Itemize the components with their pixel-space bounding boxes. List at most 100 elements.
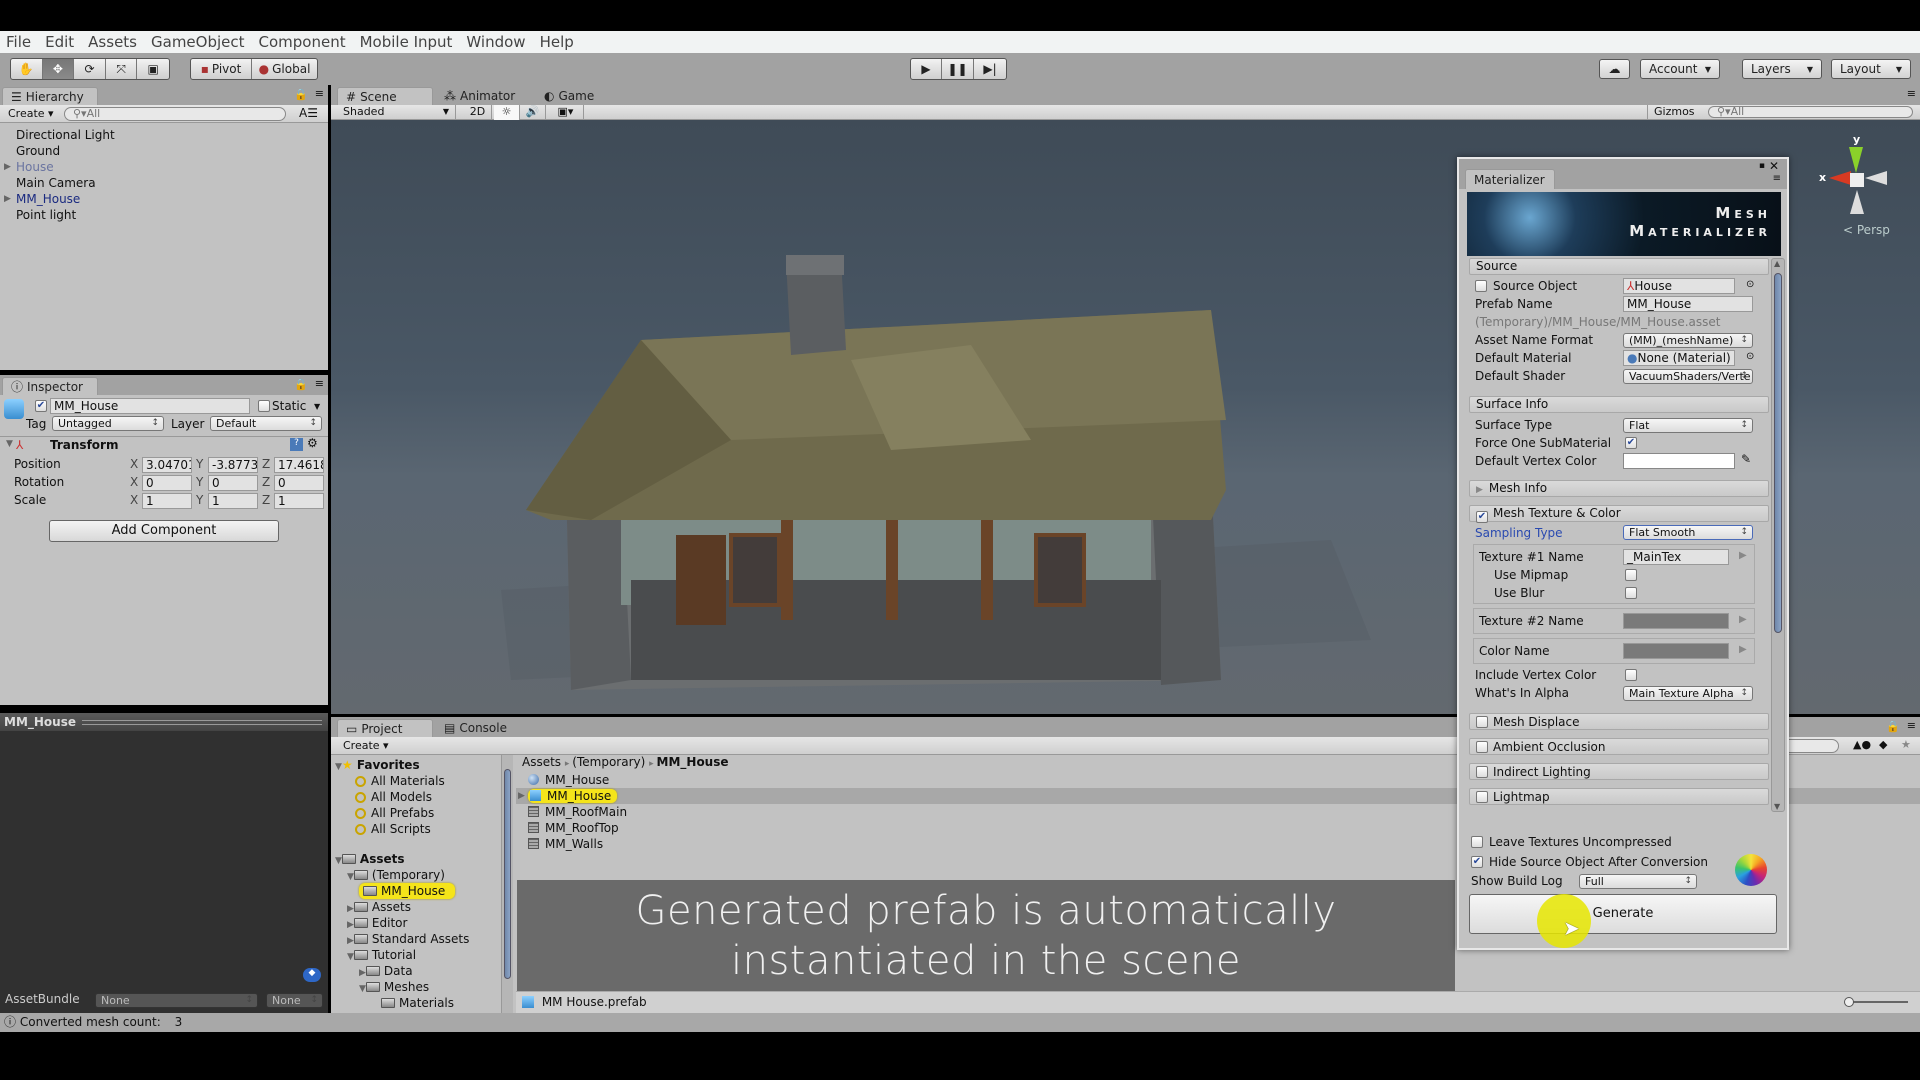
scroll-down-icon[interactable]: ▼ — [1774, 802, 1780, 811]
folder-tree-item[interactable]: MM_House — [359, 883, 456, 899]
hierarchy-item[interactable]: Main Camera — [0, 175, 328, 191]
tab-materializer[interactable]: Materializer — [1465, 169, 1555, 189]
favorites-header[interactable]: ▼★ Favorites — [335, 757, 420, 773]
pivot-button[interactable]: ▪ Pivot — [191, 59, 253, 79]
tab-project[interactable]: ▭ Project — [337, 719, 433, 737]
texture-1-field[interactable]: _MainTex — [1623, 549, 1729, 565]
transform-position-y-field[interactable]: -3.8773 — [208, 457, 258, 473]
cloud-button[interactable]: ☁ — [1599, 59, 1630, 79]
hierarchy-search-input[interactable]: ⚲▾All — [64, 107, 286, 121]
step-button[interactable]: ▶| — [974, 59, 1006, 79]
panel-menu-icon[interactable]: ≡ — [1773, 173, 1781, 184]
scene-search-input[interactable]: ⚲▾All — [1708, 106, 1913, 118]
transform-scale-x-field[interactable]: 1 — [142, 493, 192, 509]
hand-tool-button[interactable]: ✋ — [11, 59, 43, 79]
pause-button[interactable]: ❚❚ — [942, 59, 975, 79]
folder-tree-item[interactable]: ▼ (Temporary) — [347, 867, 445, 883]
icon-size-slider[interactable] — [1848, 1001, 1908, 1003]
collapse-triangle-icon[interactable]: ▼ — [347, 872, 354, 882]
favorite-item[interactable]: All Materials — [355, 773, 445, 789]
label-tag-icon[interactable]: ◆ — [303, 968, 321, 982]
tab-game[interactable]: ◐ Game — [536, 87, 616, 105]
tab-hierarchy[interactable]: ☰ Hierarchy — [2, 87, 98, 105]
maximize-icon[interactable]: ▪ — [1759, 161, 1765, 171]
static-dropdown-icon[interactable]: ▼ — [314, 402, 320, 411]
transform-scale-z-field[interactable]: 1 — [274, 493, 324, 509]
transform-rotation-z-field[interactable]: 0 — [274, 475, 324, 491]
leave-uncompressed-checkbox[interactable] — [1471, 836, 1483, 848]
collapse-triangle-icon[interactable]: ▼ — [359, 984, 366, 994]
play-arrow-icon[interactable]: ▶ — [1739, 550, 1747, 561]
color-name-field[interactable] — [1623, 643, 1729, 659]
transform-rotation-y-field[interactable]: 0 — [208, 475, 258, 491]
folder-tree-item[interactable]: ▼ Meshes — [359, 979, 429, 995]
slider-handle[interactable] — [1844, 997, 1854, 1007]
add-component-button[interactable]: Add Component — [49, 520, 279, 542]
play-arrow-icon[interactable]: ▶ — [1739, 644, 1747, 655]
section-checkbox[interactable] — [1476, 791, 1488, 803]
breadcrumb-item[interactable]: (Temporary) — [572, 755, 645, 769]
object-picker-icon[interactable]: ⊙ — [1746, 279, 1754, 290]
mesh-info-header[interactable]: ▶ Mesh Info — [1469, 480, 1769, 497]
menu-help[interactable]: Help — [540, 33, 574, 51]
audio-toggle[interactable]: 🔊 — [520, 105, 546, 120]
panel-menu-icon[interactable]: ≡ — [1907, 87, 1916, 100]
hierarchy-item[interactable]: ▶ MM_House — [0, 191, 328, 207]
tab-scene[interactable]: # Scene — [337, 87, 433, 105]
section-checkbox[interactable] — [1476, 716, 1488, 728]
folder-tree-item[interactable]: Materials — [371, 995, 454, 1011]
gizmo-center-cube[interactable] — [1850, 173, 1864, 187]
expand-triangle-icon[interactable]: ▶ — [347, 920, 354, 930]
prefab-name-field[interactable]: MM_House — [1623, 296, 1753, 312]
favorite-item[interactable]: All Models — [355, 789, 432, 805]
layers-dropdown[interactable]: Layers ▼ — [1742, 59, 1822, 79]
mesh-texture-checkbox[interactable]: ✔ — [1476, 511, 1488, 523]
transform-rotation-x-field[interactable]: 0 — [142, 475, 192, 491]
2d-toggle[interactable]: 2D — [464, 105, 492, 120]
section-checkbox[interactable] — [1476, 741, 1488, 753]
lock-icon[interactable]: 🔒 — [294, 88, 308, 101]
expand-triangle-icon[interactable]: ▶ — [4, 159, 11, 175]
materializer-scrollbar[interactable]: ▲ ▼ — [1771, 258, 1785, 812]
hierarchy-item[interactable]: Directional Light — [0, 127, 328, 143]
folder-tree-item[interactable]: ▼ Tutorial — [347, 947, 416, 963]
rect-tool-button[interactable]: ▣ — [137, 59, 169, 79]
close-icon[interactable]: ✕ — [1769, 159, 1779, 173]
filter-label-icon[interactable]: ◆ — [1879, 738, 1887, 751]
object-picker-icon[interactable]: ⊙ — [1746, 351, 1754, 362]
expand-triangle-icon[interactable]: ▶ — [347, 936, 354, 946]
folder-tree-item[interactable]: ▶ Data — [359, 963, 413, 979]
use-mipmap-checkbox[interactable] — [1625, 569, 1637, 581]
z-axis-cone[interactable] — [1865, 171, 1887, 185]
lock-icon[interactable]: 🔒 — [1886, 720, 1900, 733]
favorite-item[interactable]: All Prefabs — [355, 805, 434, 821]
sampling-type-dropdown[interactable]: Flat Smooth — [1623, 525, 1753, 540]
hierarchy-create-button[interactable]: Create ▾ — [8, 107, 54, 120]
breadcrumb-item[interactable]: MM_House — [657, 755, 729, 769]
panel-menu-icon[interactable]: ≡ — [315, 377, 324, 390]
folder-tree-scrollbar[interactable] — [501, 755, 513, 1013]
panel-menu-icon[interactable]: ≡ — [1907, 719, 1916, 732]
hierarchy-item[interactable]: Point light — [0, 207, 328, 223]
breadcrumb-item[interactable]: Assets — [522, 755, 561, 769]
rotate-tool-button[interactable]: ⟳ — [74, 59, 106, 79]
menu-file[interactable]: File — [6, 33, 31, 51]
global-button[interactable]: ● Global — [252, 59, 317, 79]
source-object-checkbox[interactable] — [1475, 280, 1487, 292]
favorite-item[interactable]: All Scripts — [355, 821, 431, 837]
tab-inspector[interactable]: ⓘ Inspector — [2, 377, 98, 395]
expand-triangle-icon[interactable]: ▶ — [359, 968, 366, 978]
folder-tree-item[interactable]: ▶ Standard Assets — [347, 931, 469, 947]
folder-tree-item[interactable]: ▶ Assets — [347, 899, 411, 915]
scale-tool-button[interactable]: ⤧ — [106, 59, 138, 79]
transform-position-z-field[interactable]: 17.4618 — [274, 457, 324, 473]
neg-y-axis-cone[interactable] — [1850, 190, 1864, 214]
surface-type-dropdown[interactable]: Flat — [1623, 418, 1753, 433]
use-blur-checkbox[interactable] — [1625, 587, 1637, 599]
menu-edit[interactable]: Edit — [45, 33, 74, 51]
assets-header[interactable]: ▼ Assets — [335, 851, 405, 867]
default-shader-dropdown[interactable]: VacuumShaders/Verte — [1623, 369, 1753, 384]
collapse-triangle-icon[interactable]: ▼ — [347, 952, 354, 962]
assetbundle-dropdown[interactable]: None — [95, 993, 258, 1008]
expand-triangle-icon[interactable]: ▶ — [518, 788, 525, 804]
